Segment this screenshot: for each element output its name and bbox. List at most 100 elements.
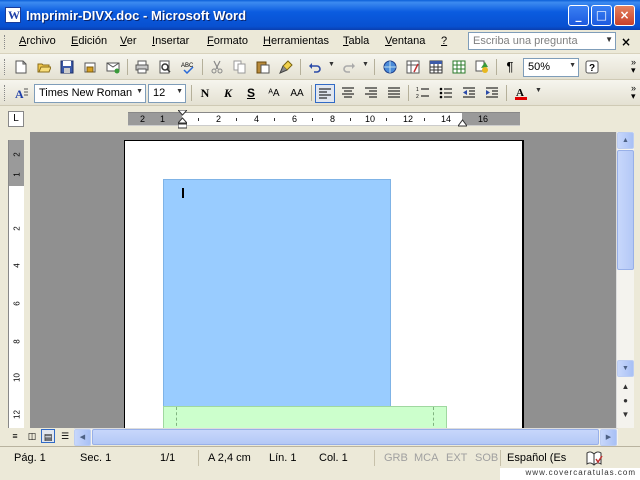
redo-button[interactable] (340, 58, 358, 76)
bullets-button[interactable] (436, 84, 456, 103)
toolbar-grip[interactable] (4, 85, 7, 101)
toolbar-grip[interactable] (4, 59, 7, 75)
menu-grip[interactable] (4, 35, 7, 49)
chevron-down-icon[interactable]: ▼ (605, 35, 613, 44)
print-preview-button[interactable] (156, 58, 174, 76)
permission-button[interactable] (81, 58, 99, 76)
horizontal-scroll-thumb[interactable] (92, 429, 599, 445)
ruler-number: 4 (254, 114, 260, 124)
zoom-select[interactable]: 50% ▼ (523, 58, 579, 77)
columns-button[interactable] (473, 58, 491, 76)
new-document-button[interactable] (12, 58, 30, 76)
menu-formato[interactable]: Formato (207, 35, 248, 47)
outline-view-button[interactable]: ☰ (58, 429, 72, 443)
maximize-button[interactable]: □ (591, 5, 612, 26)
status-record-macro[interactable]: GRB (384, 452, 408, 464)
tab-selector-button[interactable]: L (8, 111, 24, 127)
undo-dropdown-icon[interactable]: ▼ (328, 61, 335, 68)
scroll-left-button[interactable]: ◀ (74, 429, 91, 446)
menu-edicion[interactable]: Edición (71, 35, 107, 47)
align-left-button[interactable] (315, 84, 335, 103)
vertical-scrollbar[interactable]: ▲ ▼ ▲ ● ▼ (616, 132, 634, 428)
horizontal-scrollbar[interactable]: ◀ ▶ (74, 428, 618, 446)
toolbar-options-icon[interactable]: » ▾ (631, 84, 636, 101)
menu-ayuda[interactable]: ? (441, 35, 447, 47)
italic-button[interactable]: K (218, 84, 238, 103)
green-text-box[interactable] (163, 406, 447, 428)
status-bar: Pág. 1 Sec. 1 1/1 A 2,4 cm Lín. 1 Col. 1… (0, 446, 640, 468)
styles-button[interactable]: A (13, 84, 31, 102)
character-scale-button[interactable]: ᴬA (264, 84, 284, 103)
font-name-select[interactable]: Times New Roman ▼ (34, 84, 146, 103)
document-close-icon[interactable]: × (621, 35, 631, 49)
justify-button[interactable] (384, 84, 404, 103)
font-color-button[interactable]: A (511, 84, 531, 103)
web-view-button[interactable]: ◫ (25, 429, 39, 443)
next-page-icon[interactable]: ▼ (619, 410, 632, 423)
printer-icon (135, 60, 149, 74)
menu-herramientas[interactable]: Herramientas (263, 35, 329, 47)
menu-ventana[interactable]: Ventana (385, 35, 425, 47)
bold-button[interactable]: N (195, 84, 215, 103)
hyperlink-button[interactable] (381, 58, 399, 76)
align-center-button[interactable] (338, 84, 358, 103)
show-hide-button[interactable]: ¶ (501, 58, 519, 76)
format-painter-button[interactable] (277, 58, 295, 76)
document-page[interactable] (124, 140, 524, 428)
left-indent-marker[interactable] (178, 110, 187, 129)
spelling-status-book-icon[interactable] (585, 450, 603, 466)
copy-button[interactable] (231, 58, 249, 76)
scroll-right-button[interactable]: ▶ (600, 429, 617, 446)
print-layout-button[interactable]: ▤ (41, 429, 55, 443)
ask-question-input[interactable]: Escriba una pregunta ▼ (468, 32, 616, 50)
email-button[interactable] (104, 58, 122, 76)
align-left-icon (319, 88, 331, 99)
menu-archivo[interactable]: Archivo (19, 35, 56, 47)
align-right-button[interactable] (361, 84, 381, 103)
tables-borders-button[interactable] (404, 58, 422, 76)
status-overtype[interactable]: SOB (475, 452, 498, 464)
spelling-button[interactable]: ABC (179, 58, 197, 76)
toolbar-separator (506, 85, 507, 101)
status-extend-selection[interactable]: EXT (446, 452, 467, 464)
status-track-changes[interactable]: MCA (414, 452, 438, 464)
menu-ver[interactable]: Ver (120, 35, 137, 47)
character-spacing-button[interactable]: AA (287, 84, 307, 103)
cut-button[interactable] (208, 58, 226, 76)
right-indent-marker[interactable] (458, 117, 467, 127)
close-button[interactable]: × (614, 5, 635, 26)
open-button[interactable] (35, 58, 53, 76)
normal-view-button[interactable]: ≡ (8, 429, 22, 443)
menu-tabla[interactable]: Tabla (343, 35, 369, 47)
previous-page-icon[interactable]: ▲ (619, 382, 632, 395)
browse-object-icon[interactable]: ● (619, 396, 632, 409)
toolbar-options-icon[interactable]: » ▾ (631, 58, 636, 75)
help-button[interactable]: ? (583, 58, 601, 76)
numbering-button[interactable]: 12 (413, 84, 433, 103)
horizontal-ruler[interactable]: 2 1 2 4 6 8 10 12 14 16 (128, 110, 520, 129)
menu-insertar[interactable]: Insertar (152, 35, 189, 47)
paste-button[interactable] (254, 58, 272, 76)
insert-excel-button[interactable] (450, 58, 468, 76)
guide-line (176, 407, 177, 428)
redo-dropdown-icon[interactable]: ▼ (362, 61, 369, 68)
word-app-icon[interactable] (5, 7, 21, 23)
undo-button[interactable] (306, 58, 324, 76)
blue-text-box[interactable] (163, 179, 391, 419)
scroll-up-button[interactable]: ▲ (617, 132, 634, 149)
vertical-scroll-thumb[interactable] (617, 150, 634, 270)
decrease-indent-button[interactable] (459, 84, 479, 103)
document-workspace[interactable] (30, 132, 616, 428)
underline-button[interactable]: S (241, 84, 261, 103)
increase-indent-button[interactable] (482, 84, 502, 103)
font-color-dropdown-icon[interactable]: ▼ (535, 87, 542, 94)
save-button[interactable] (58, 58, 76, 76)
excel-sheet-icon (452, 60, 466, 74)
print-button[interactable] (133, 58, 151, 76)
vertical-ruler[interactable]: 2 1 2 4 6 8 10 12 (8, 140, 24, 428)
font-size-select[interactable]: 12 ▼ (148, 84, 186, 103)
minimize-button[interactable]: _ (568, 5, 589, 26)
insert-table-button[interactable] (427, 58, 445, 76)
scroll-down-button[interactable]: ▼ (617, 360, 634, 377)
open-folder-icon (37, 63, 51, 73)
